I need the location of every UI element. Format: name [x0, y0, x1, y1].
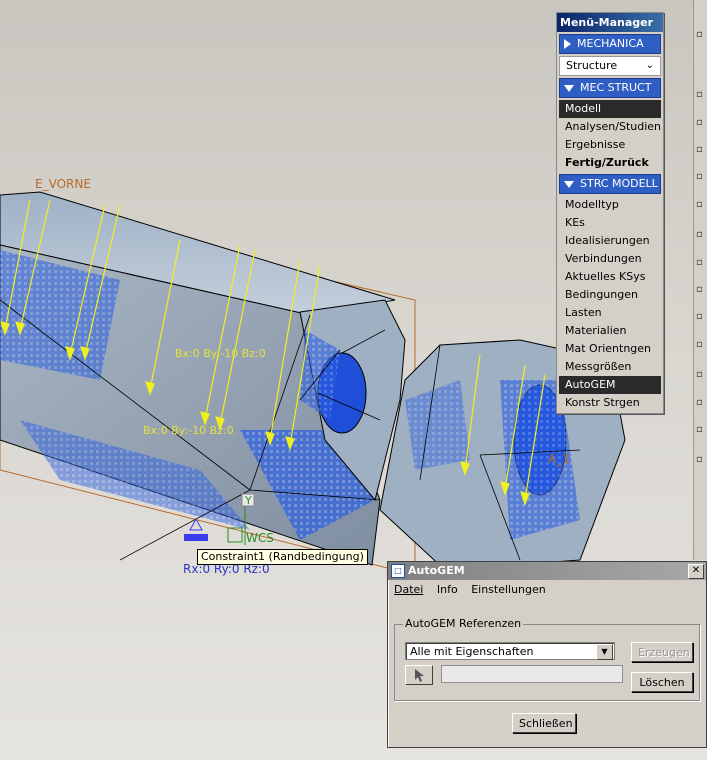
toolbar-icon[interactable]: ▫ — [696, 258, 706, 268]
reference-field[interactable] — [441, 665, 623, 683]
constraint-tooltip: Constraint1 (Randbedingung) — [197, 549, 368, 565]
menu-item-fertig[interactable]: Fertig/Zurück — [559, 154, 661, 172]
chevron-down-icon[interactable]: ▼ — [596, 644, 613, 660]
app-icon: □ — [391, 564, 405, 578]
collapse-down-icon — [564, 180, 574, 188]
toolbar-icon[interactable]: ▫ — [696, 285, 706, 295]
menu-item-lasten[interactable]: Lasten — [559, 304, 661, 322]
menu-item-konstr-strgen[interactable]: Konstr Strgen — [559, 394, 661, 412]
collapse-down-icon — [564, 84, 574, 92]
menu-item-bedingungen[interactable]: Bedingungen — [559, 286, 661, 304]
menu-item-autogem[interactable]: AutoGEM — [559, 376, 661, 394]
menu-item-kes[interactable]: KEs — [559, 214, 661, 232]
csys-label: WCS — [246, 531, 274, 545]
select-pointer-button[interactable] — [405, 665, 433, 685]
load-label-2: Bx:0 By:-10 Bz:0 — [143, 424, 234, 437]
toolbar-icon[interactable]: ▫ — [696, 340, 706, 350]
menu-head-strc-modell[interactable]: STRC MODELL — [559, 174, 661, 194]
toolbar-icon[interactable]: ▫ — [696, 172, 706, 182]
menu-item-analysen[interactable]: Analysen/Studien — [559, 118, 661, 136]
menu-manager-title: Menü-Manager — [557, 13, 663, 32]
schliessen-button[interactable]: Schließen — [512, 713, 576, 733]
toolbar-icon[interactable]: ▫ — [696, 312, 706, 322]
right-toolbar: ▫ ▫ ▫ ▫ ▫ ▫ ▫ ▫ ▫ ▫ ▫ ▫ ▫ ▫ ▫ — [693, 0, 707, 560]
dialog-title: AutoGEM — [408, 564, 465, 577]
erzeugen-button[interactable]: Erzeugen — [631, 642, 693, 662]
y-axis-label: Y — [245, 494, 252, 507]
loeschen-button[interactable]: Löschen — [631, 672, 693, 692]
toolbar-icon[interactable]: ▫ — [696, 200, 706, 210]
toolbar-icon[interactable]: ▫ — [696, 398, 706, 408]
group-label: AutoGEM Referenzen — [403, 617, 524, 630]
expand-right-icon — [564, 39, 571, 49]
menu-manager: Menü-Manager MECHANICA Structure ⌄ MEC ST… — [556, 12, 664, 414]
menu-item-aktuelles-ksys[interactable]: Aktuelles KSys — [559, 268, 661, 286]
toolbar-icon[interactable]: ▫ — [696, 30, 706, 40]
reference-type-select[interactable]: Alle mit Eigenschaften ▼ — [405, 642, 615, 660]
menu-item-mat-orientngen[interactable]: Mat Orientngen — [559, 340, 661, 358]
toolbar-icon[interactable]: ▫ — [696, 370, 706, 380]
menu-info[interactable]: Info — [437, 583, 458, 596]
menu-item-materialien[interactable]: Materialien — [559, 322, 661, 340]
toolbar-icon[interactable]: ▫ — [696, 230, 706, 240]
axis-a1-label: A_1 — [548, 452, 570, 466]
menu-datei[interactable]: Datei — [394, 583, 423, 596]
menu-item-ergebnisse[interactable]: Ergebnisse — [559, 136, 661, 154]
structure-dropdown[interactable]: Structure ⌄ — [559, 56, 661, 76]
strc-modell-list: Modelltyp KEs Idealisierungen Verbindung… — [559, 196, 661, 412]
menu-einstellungen[interactable]: Einstellungen — [471, 583, 546, 596]
menu-head-mechanica[interactable]: MECHANICA — [559, 34, 661, 54]
menu-head-mec-struct[interactable]: MEC STRUCT — [559, 78, 661, 98]
dialog-menubar: Datei Info Einstellungen — [388, 580, 706, 600]
toolbar-icon[interactable]: ▫ — [696, 118, 706, 128]
constraint-marker — [184, 534, 208, 541]
menu-item-modell[interactable]: Modell — [559, 100, 661, 118]
references-group: AutoGEM Referenzen Alle mit Eigenschafte… — [394, 617, 700, 701]
menu-item-verbindungen[interactable]: Verbindungen — [559, 250, 661, 268]
toolbar-icon[interactable]: ▫ — [696, 425, 706, 435]
mec-struct-list: Modell Analysen/Studien Ergebnisse Ferti… — [559, 100, 661, 172]
load-label-1: Bx:0 By:-10 Bz:0 — [175, 347, 266, 360]
toolbar-icon[interactable]: ▫ — [696, 145, 706, 155]
dialog-titlebar[interactable]: □ AutoGEM ✕ — [388, 562, 706, 580]
toolbar-icon[interactable]: ▫ — [696, 455, 706, 465]
chevron-down-icon: ⌄ — [645, 60, 654, 71]
autogem-dialog: □ AutoGEM ✕ Datei Info Einstellungen Aut… — [387, 561, 707, 748]
menu-item-messgroessen[interactable]: Messgrößen — [559, 358, 661, 376]
menu-item-idealisierungen[interactable]: Idealisierungen — [559, 232, 661, 250]
toolbar-icon[interactable]: ▫ — [696, 90, 706, 100]
close-icon[interactable]: ✕ — [688, 564, 704, 579]
datum-label: E_VORNE — [35, 177, 91, 191]
cursor-icon — [415, 669, 424, 682]
menu-item-modelltyp[interactable]: Modelltyp — [559, 196, 661, 214]
